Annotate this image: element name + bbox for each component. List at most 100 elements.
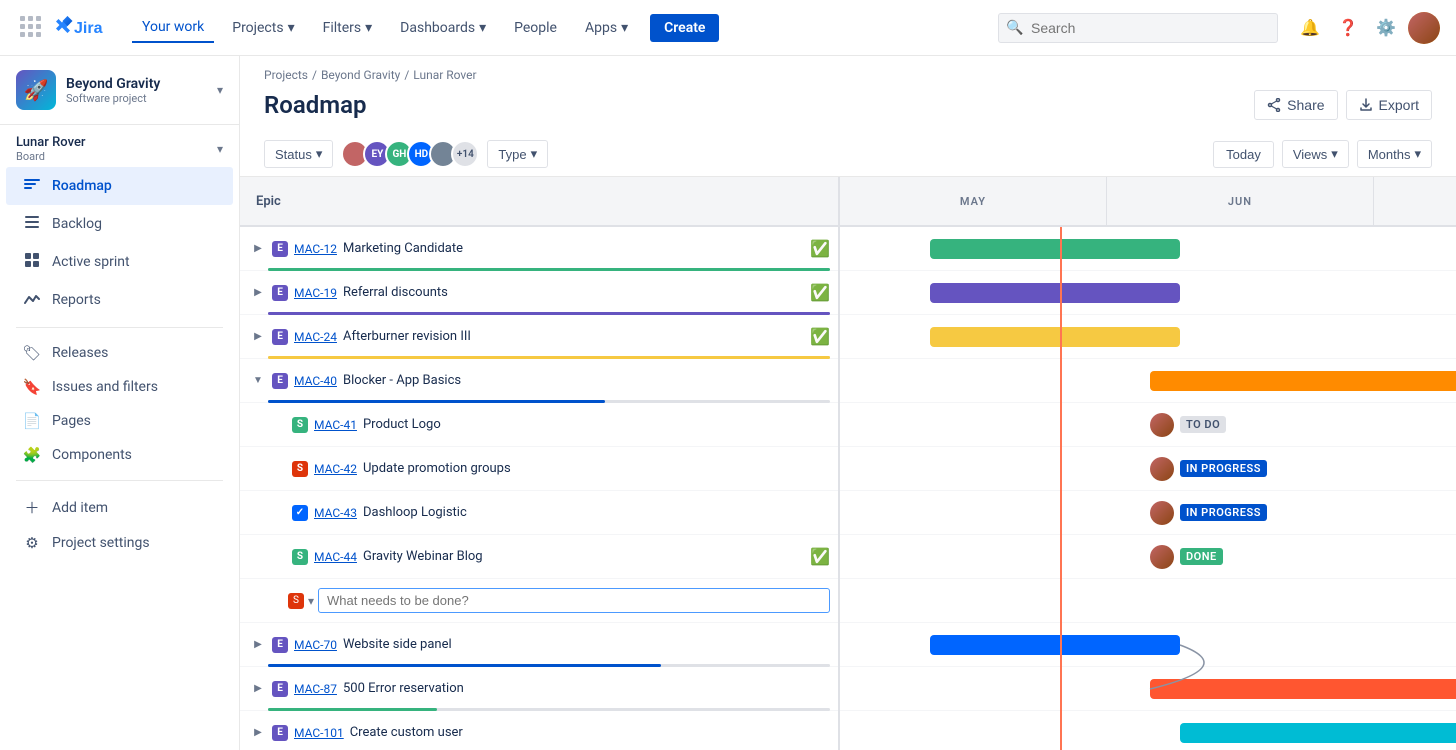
nav-projects[interactable]: Projects [222,14,304,42]
epic-id-mac12[interactable]: MAC-12 [294,242,337,256]
export-button[interactable]: Export [1346,90,1432,120]
epic-id-mac24[interactable]: MAC-24 [294,330,337,344]
sidebar-divider-1 [16,327,223,328]
mac43-status-badge: IN PROGRESS [1180,504,1267,521]
timeline-panel: MAY JUN JUL [840,177,1456,750]
sidebar-project[interactable]: 🚀 Beyond Gravity Software project [0,56,239,125]
gantt-bar-mac87[interactable] [1150,679,1456,699]
epic-id-mac41[interactable]: MAC-41 [314,418,357,432]
expand-mac101[interactable]: ▶ [248,723,268,743]
epic-id-mac87[interactable]: MAC-87 [294,682,337,696]
new-item-input[interactable] [318,588,830,613]
breadcrumb-lunar-rover[interactable]: Lunar Rover [413,68,476,82]
share-button[interactable]: Share [1254,90,1337,120]
user-avatar[interactable] [1408,12,1440,44]
nav-filters[interactable]: Filters [313,14,383,42]
breadcrumb-beyond-gravity[interactable]: Beyond Gravity [321,68,400,82]
sidebar-item-releases[interactable]: 🏷 Releases [6,336,233,370]
expand-mac70[interactable]: ▶ [248,635,268,655]
status-chevron [316,146,323,162]
today-button[interactable]: Today [1213,141,1274,168]
mac42-avatar [1150,457,1174,481]
board-chevron [217,142,223,156]
views-button[interactable]: Views [1282,140,1349,168]
gantt-bar-mac40[interactable] [1150,371,1456,391]
status-filter-button[interactable]: Status [264,140,333,168]
epic-id-mac70[interactable]: MAC-70 [294,638,337,652]
list-item[interactable]: ▼ E MAC-40 Blocker - App Basics [240,359,838,403]
sidebar-item-backlog[interactable]: Backlog [6,205,233,243]
mac41-status-badge: TO DO [1180,416,1226,433]
gantt-bar-mac101[interactable] [1180,723,1456,743]
epic-row-wrapper-mac70: ▶ E MAC-70 Website side panel [240,623,838,667]
notifications-button[interactable]: 🔔 [1294,12,1326,44]
epic-id-mac43[interactable]: MAC-43 [314,506,357,520]
export-icon [1359,98,1373,112]
top-navigation: Jira Your work Projects Filters Dashboar… [0,0,1456,56]
components-label: Components [52,447,132,463]
list-item[interactable]: ▶ E MAC-12 Marketing Candidate ✅ [240,227,838,271]
search-container: 🔍 [998,13,1278,43]
expand-mac40[interactable]: ▼ [248,371,268,391]
list-item[interactable]: ▶ E MAC-70 Website side panel [240,623,838,667]
search-input[interactable] [998,13,1278,43]
breadcrumb-projects[interactable]: Projects [264,68,308,82]
project-info: Beyond Gravity Software project [66,76,207,105]
roadmap-label: Roadmap [52,178,112,194]
expand-mac24[interactable]: ▶ [248,327,268,347]
epic-id-mac44[interactable]: MAC-44 [314,550,357,564]
months-button[interactable]: Months [1357,140,1432,168]
gantt-bar-mac70[interactable] [930,635,1180,655]
month-jun: JUN [1107,177,1374,225]
active-sprint-icon [22,251,42,273]
sidebar-item-add[interactable]: ＋ Add item [6,489,233,526]
sidebar-board[interactable]: Lunar Rover Board [0,125,239,167]
list-item[interactable]: S MAC-42 Update promotion groups [240,447,838,491]
epic-id-mac101[interactable]: MAC-101 [294,726,344,740]
gantt-bar-mac24[interactable] [930,327,1180,347]
project-settings-label: Project settings [52,535,150,551]
gantt-bar-mac19[interactable] [930,283,1180,303]
epic-id-mac19[interactable]: MAC-19 [294,286,337,300]
avatar-extra-count[interactable]: +14 [451,140,479,168]
sidebar-item-components[interactable]: 🧩 Components [6,438,233,472]
new-item-icon: S [288,593,304,609]
settings-button[interactable]: ⚙️ [1370,12,1402,44]
nav-people[interactable]: People [504,14,567,42]
add-item-label: Add item [52,500,108,516]
add-icon: ＋ [22,497,42,518]
epic-name-mac19: Referral discounts [343,285,804,300]
nav-dashboards[interactable]: Dashboards [390,14,496,42]
month-jul: JUL [1374,177,1456,225]
list-item[interactable]: S MAC-41 Product Logo [240,403,838,447]
expand-mac19[interactable]: ▶ [248,283,268,303]
create-button[interactable]: Create [650,14,719,42]
type-filter-button[interactable]: Type [487,140,548,168]
sidebar-item-reports[interactable]: Reports [6,281,233,319]
sidebar-item-issues-filters[interactable]: 🔖 Issues and filters [6,370,233,404]
epic-id-mac42[interactable]: MAC-42 [314,462,357,476]
help-button[interactable]: ❓ [1332,12,1364,44]
list-item[interactable]: ▶ E MAC-101 Create custom user [240,711,838,750]
app-logo[interactable]: Jira [16,12,116,44]
gantt-bar-mac12[interactable] [930,239,1180,259]
timeline-row-mac19 [840,271,1456,315]
timeline-header: MAY JUN JUL [840,177,1456,227]
list-item[interactable]: ▶ E MAC-19 Referral discounts ✅ [240,271,838,315]
list-item[interactable]: ▶ E MAC-24 Afterburner revision III ✅ [240,315,838,359]
expand-mac87[interactable]: ▶ [248,679,268,699]
sidebar-item-project-settings[interactable]: ⚙ Project settings [6,526,233,560]
list-item[interactable]: ▶ E MAC-87 500 Error reservation [240,667,838,711]
epic-id-mac40[interactable]: MAC-40 [294,374,337,388]
list-item[interactable]: ✓ MAC-43 Dashloop Logistic [240,491,838,535]
nav-your-work[interactable]: Your work [132,13,214,43]
mac43-avatar [1150,501,1174,525]
expand-mac12[interactable]: ▶ [248,239,268,259]
sidebar-item-pages[interactable]: 📄 Pages [6,404,233,438]
backlog-icon [22,213,42,235]
epic-icon-mac41: S [292,417,308,433]
nav-apps[interactable]: Apps [575,14,638,42]
list-item[interactable]: S MAC-44 Gravity Webinar Blog ✅ [240,535,838,579]
sidebar-item-active-sprint[interactable]: Active sprint [6,243,233,281]
sidebar-item-roadmap[interactable]: Roadmap [6,167,233,205]
